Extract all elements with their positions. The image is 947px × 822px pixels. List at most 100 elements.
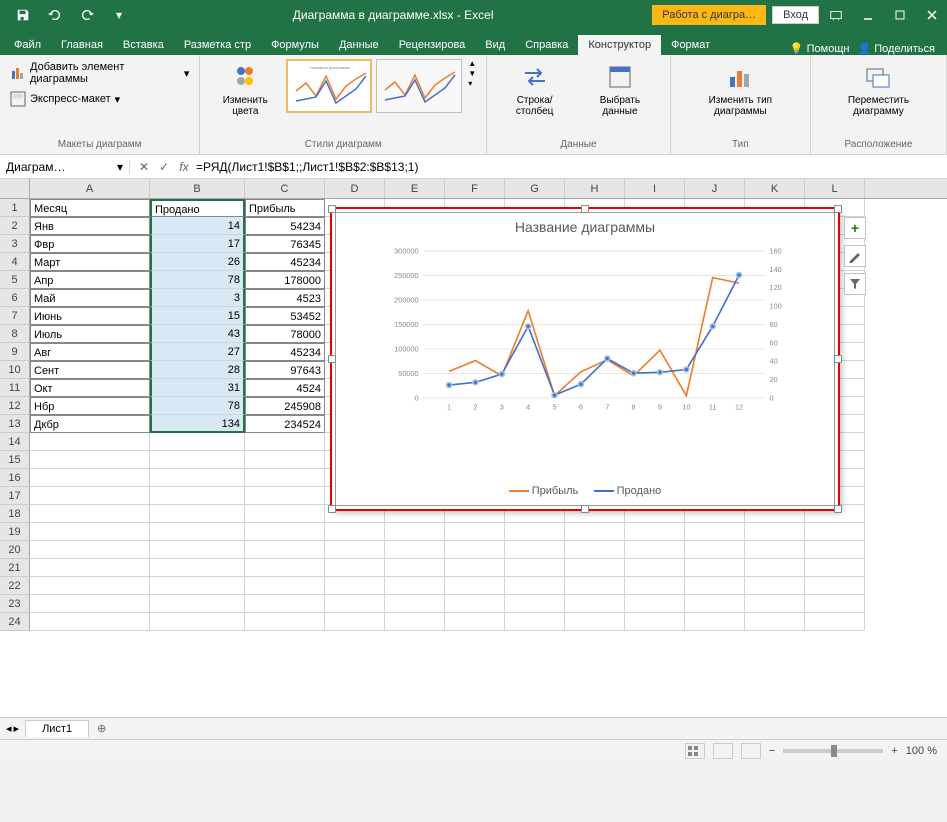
undo-icon[interactable]	[40, 0, 70, 30]
zoom-level[interactable]: 100 %	[906, 745, 937, 757]
save-icon[interactable]	[8, 0, 38, 30]
svg-text:10: 10	[682, 402, 690, 411]
quick-layout-icon	[10, 91, 26, 107]
change-colors-button[interactable]: Изменить цвета	[208, 59, 282, 119]
col-header[interactable]: K	[745, 179, 805, 198]
select-all-corner[interactable]	[0, 179, 30, 198]
select-data-icon	[604, 61, 636, 93]
quick-layout-button[interactable]: Экспресс-макет ▾	[8, 89, 122, 109]
change-type-button[interactable]: Изменить тип диаграммы	[679, 59, 802, 119]
svg-text:5: 5	[552, 402, 556, 411]
maximize-icon[interactable]	[885, 0, 915, 30]
svg-text:3: 3	[500, 402, 504, 411]
styles-scroll-down[interactable]: ▼	[468, 69, 476, 78]
svg-text:20: 20	[770, 375, 778, 384]
styles-scroll-up[interactable]: ▲	[468, 59, 476, 68]
svg-text:50000: 50000	[398, 369, 418, 378]
col-header[interactable]: G	[505, 179, 565, 198]
zoom-out-button[interactable]: −	[769, 745, 775, 757]
tab-review[interactable]: Рецензирова	[389, 35, 476, 55]
sheet-next-icon[interactable]: ▸	[14, 722, 20, 735]
enter-formula-icon[interactable]: ✓	[156, 159, 172, 175]
add-element-icon	[10, 65, 26, 81]
worksheet-grid[interactable]: A B C D E F G H I J K L 1 Месяц Продано …	[0, 179, 947, 717]
select-data-button[interactable]: Выбрать данные	[578, 59, 662, 119]
customize-qat-icon[interactable]: ▾	[104, 0, 134, 30]
move-chart-button[interactable]: Переместить диаграмму	[819, 59, 938, 119]
zoom-slider[interactable]	[783, 749, 883, 753]
chart-style-1[interactable]: Название диаграммы	[286, 59, 372, 113]
tab-pagelayout[interactable]: Разметка стр	[174, 35, 261, 55]
chart-style-2[interactable]	[376, 59, 462, 113]
col-header[interactable]: B	[150, 179, 245, 198]
svg-text:60: 60	[770, 338, 778, 347]
svg-text:40: 40	[770, 357, 778, 366]
svg-text:0: 0	[770, 393, 774, 402]
col-header[interactable]: D	[325, 179, 385, 198]
cancel-formula-icon[interactable]: ✕	[136, 159, 152, 175]
svg-text:8: 8	[632, 402, 636, 411]
tab-formulas[interactable]: Формулы	[261, 35, 329, 55]
svg-text:7: 7	[605, 402, 609, 411]
switch-rowcol-button[interactable]: Строка/столбец	[495, 59, 574, 119]
tab-view[interactable]: Вид	[475, 35, 515, 55]
formula-input[interactable]: =РЯД(Лист1!$B$1;;Лист1!$B$2:$B$13;1)	[196, 160, 941, 174]
close-icon[interactable]	[917, 0, 947, 30]
chevron-down-icon[interactable]: ▾	[117, 160, 123, 174]
svg-text:Название диаграммы: Название диаграммы	[310, 65, 350, 70]
col-header[interactable]: I	[625, 179, 685, 198]
page-break-view-icon[interactable]	[741, 743, 761, 759]
col-header[interactable]: L	[805, 179, 865, 198]
chart-object[interactable]: + Название диаграммы 0500001000001500002…	[330, 207, 840, 511]
tab-design[interactable]: Конструктор	[578, 35, 661, 55]
palette-icon	[229, 61, 261, 93]
chart-legend[interactable]: Прибыль Продано	[336, 485, 834, 497]
tab-format[interactable]: Формат	[661, 35, 720, 55]
fx-icon[interactable]: fx	[176, 159, 192, 175]
col-header[interactable]: A	[30, 179, 150, 198]
col-header[interactable]: H	[565, 179, 625, 198]
svg-text:150000: 150000	[394, 320, 418, 329]
ribbon: Добавить элемент диаграммы ▾ Экспресс-ма…	[0, 55, 947, 155]
chart-filters-button[interactable]	[844, 273, 866, 295]
group-label-data: Данные	[495, 137, 662, 150]
group-label-styles: Стили диаграмм	[208, 137, 478, 150]
change-type-icon	[724, 61, 756, 93]
svg-text:140: 140	[770, 265, 782, 274]
col-header[interactable]: C	[245, 179, 325, 198]
chart-title[interactable]: Название диаграммы	[336, 213, 834, 241]
group-label-location: Расположение	[819, 137, 938, 150]
chart-plot-area[interactable]: 0500001000001500002000002500003000000204…	[386, 247, 794, 418]
minimize-icon[interactable]	[853, 0, 883, 30]
move-chart-icon	[862, 61, 894, 93]
svg-text:0: 0	[415, 393, 419, 402]
chart-elements-button[interactable]: +	[844, 217, 866, 239]
tab-insert[interactable]: Вставка	[113, 35, 174, 55]
sheet-tab[interactable]: Лист1	[25, 720, 89, 737]
styles-more[interactable]: ▾	[468, 79, 476, 88]
tellme-icon[interactable]: 💡 Помощн	[790, 42, 850, 55]
tab-file[interactable]: Файл	[4, 35, 51, 55]
chart-styles-button[interactable]	[844, 245, 866, 267]
login-button[interactable]: Вход	[772, 6, 819, 24]
sheet-prev-icon[interactable]: ◂	[6, 722, 12, 735]
svg-text:160: 160	[770, 247, 782, 256]
svg-text:12: 12	[735, 402, 743, 411]
tab-help[interactable]: Справка	[515, 35, 578, 55]
status-bar: − + 100 %	[0, 739, 947, 761]
name-box[interactable]: Диаграм… ▾	[0, 160, 130, 174]
page-layout-view-icon[interactable]	[713, 743, 733, 759]
svg-text:120: 120	[770, 283, 782, 292]
ribbon-options-icon[interactable]	[821, 0, 851, 30]
col-header[interactable]: E	[385, 179, 445, 198]
add-chart-element-button[interactable]: Добавить элемент диаграммы ▾	[8, 59, 191, 87]
col-header[interactable]: J	[685, 179, 745, 198]
add-sheet-button[interactable]: ⊕	[89, 722, 114, 735]
redo-icon[interactable]	[72, 0, 102, 30]
tab-home[interactable]: Главная	[51, 35, 113, 55]
col-header[interactable]: F	[445, 179, 505, 198]
tab-data[interactable]: Данные	[329, 35, 389, 55]
zoom-in-button[interactable]: +	[891, 745, 897, 757]
normal-view-icon[interactable]	[685, 743, 705, 759]
share-button[interactable]: 👤 Поделиться	[857, 42, 935, 55]
